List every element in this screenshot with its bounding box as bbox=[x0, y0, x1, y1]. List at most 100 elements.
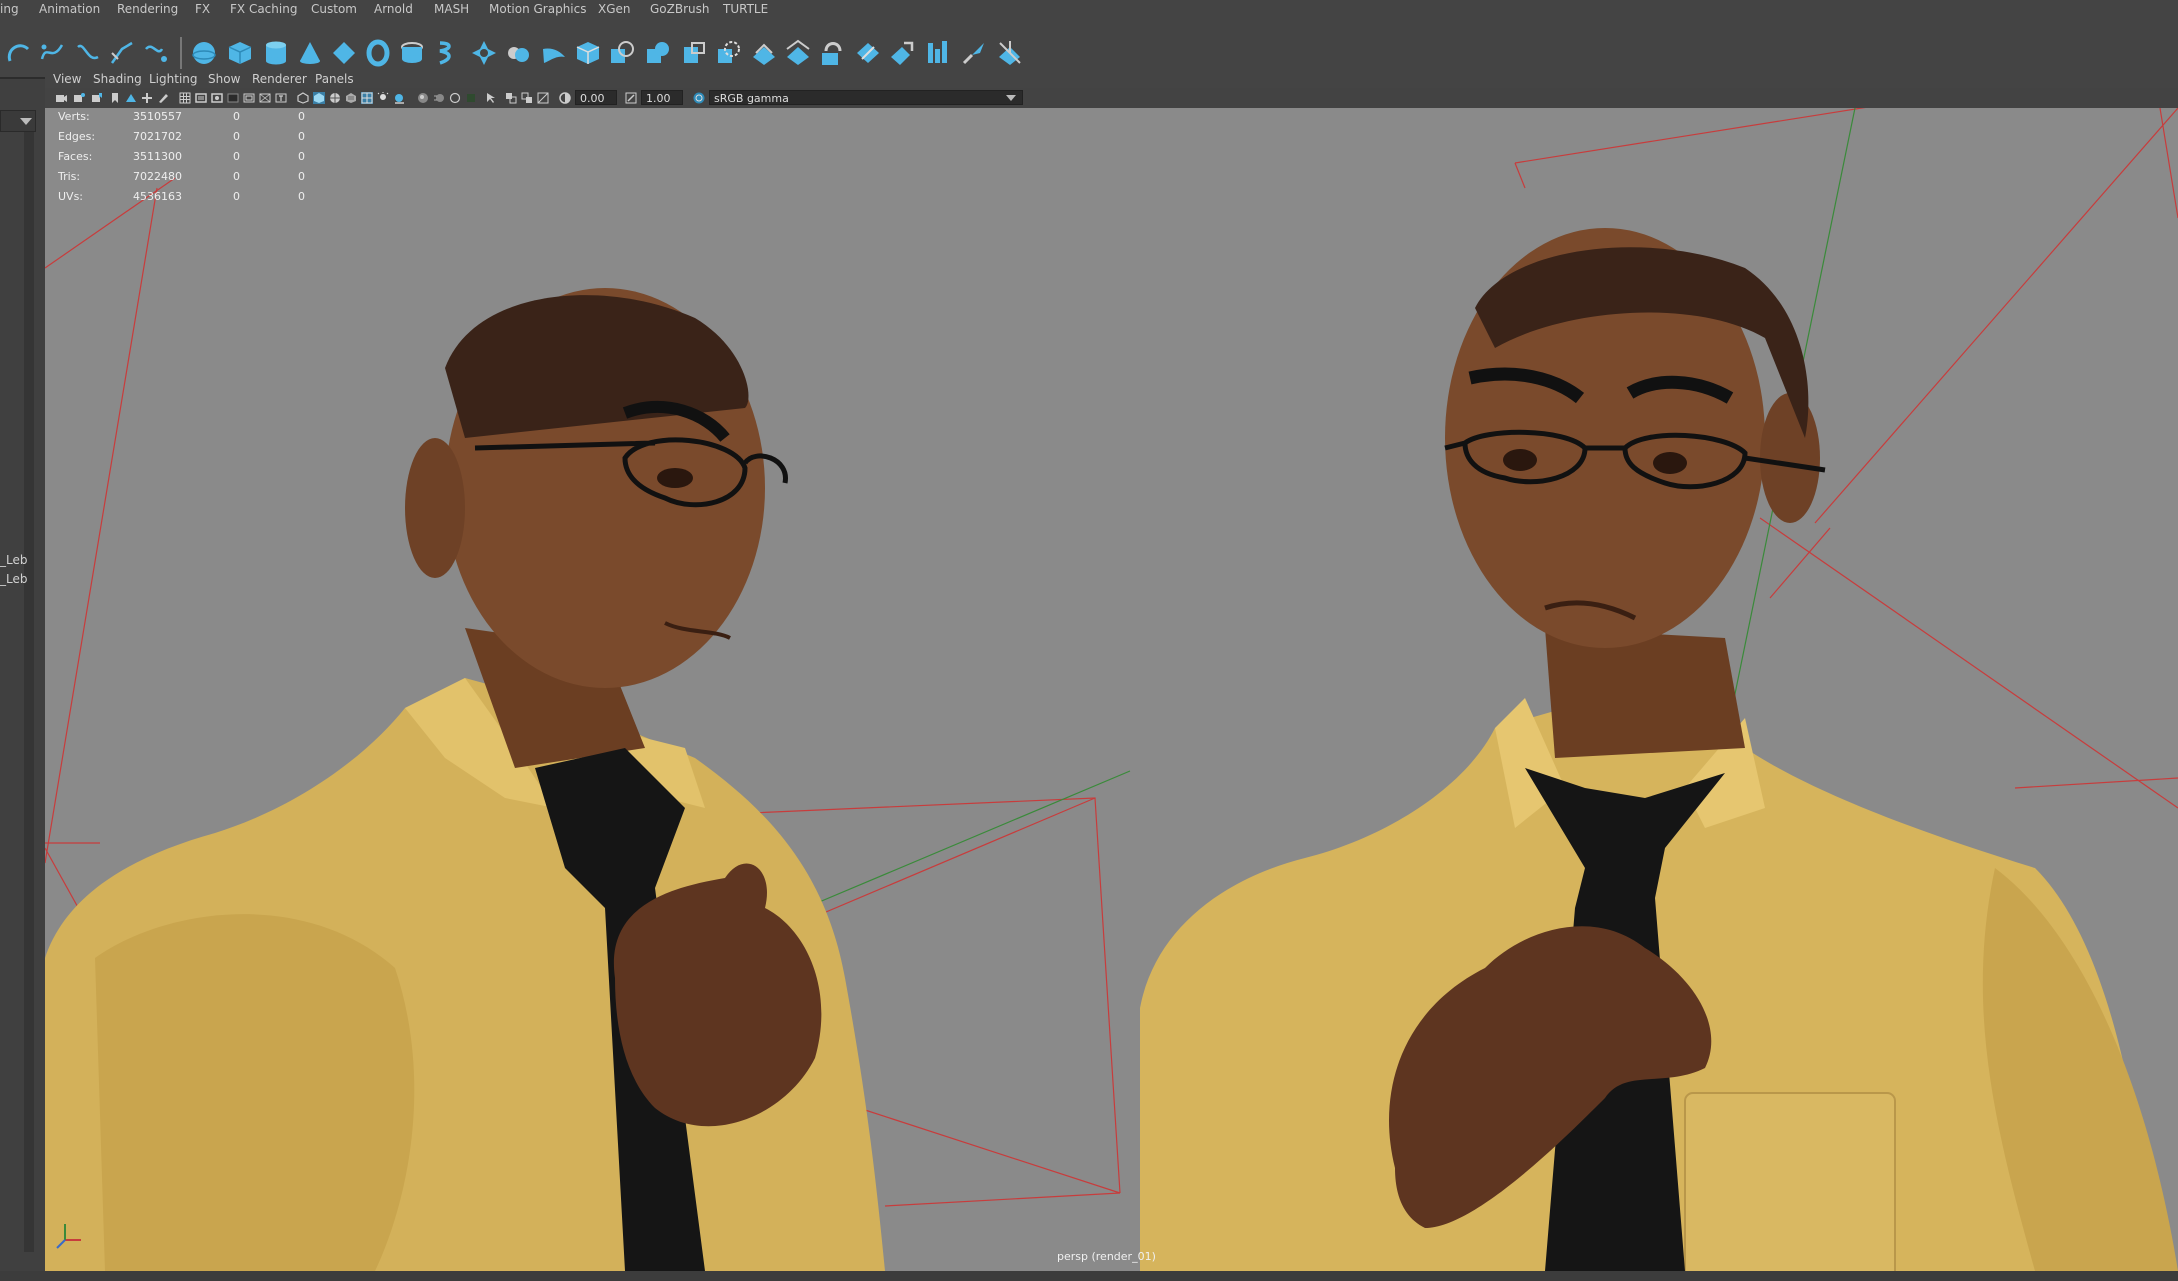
cone-icon[interactable] bbox=[296, 39, 324, 67]
safe-action-icon[interactable] bbox=[259, 92, 271, 104]
safe-title-icon[interactable] bbox=[275, 92, 287, 104]
xray-active-icon[interactable] bbox=[521, 92, 533, 104]
extract-icon[interactable] bbox=[680, 39, 708, 67]
chevron-down-icon bbox=[20, 118, 32, 125]
gamma-field[interactable]: 1.00 bbox=[641, 90, 683, 105]
menu-item-animation[interactable]: Animation bbox=[39, 2, 100, 16]
xray-icon[interactable] bbox=[361, 92, 373, 104]
mirror-icon[interactable] bbox=[784, 39, 812, 67]
bevel-icon[interactable] bbox=[888, 39, 916, 67]
bookmark-icon[interactable] bbox=[109, 92, 121, 104]
helix-icon[interactable] bbox=[432, 39, 460, 67]
pipe-icon[interactable] bbox=[398, 39, 426, 67]
smooth-shade-icon[interactable] bbox=[313, 92, 325, 104]
multicut-icon[interactable] bbox=[960, 39, 988, 67]
fill-hole-icon[interactable] bbox=[924, 39, 952, 67]
character-right bbox=[1140, 228, 2178, 1271]
backface-icon[interactable] bbox=[537, 92, 549, 104]
anti-alias-icon[interactable] bbox=[449, 92, 461, 104]
separate-icon[interactable] bbox=[644, 39, 672, 67]
lasso-icon[interactable] bbox=[4, 39, 32, 67]
menu-item-fx-caching[interactable]: FX Caching bbox=[230, 2, 297, 16]
hud-label: UVs: bbox=[58, 190, 84, 203]
image-plane-icon[interactable] bbox=[125, 92, 137, 104]
plane-icon[interactable] bbox=[540, 39, 568, 67]
use-lights-icon[interactable] bbox=[377, 92, 389, 104]
smooth-icon[interactable] bbox=[714, 39, 742, 67]
menu-item-mash[interactable]: MASH bbox=[434, 2, 469, 16]
gear-icon[interactable] bbox=[470, 39, 498, 67]
shelf-separator bbox=[180, 37, 182, 71]
bezier-curve-icon[interactable] bbox=[142, 39, 170, 67]
grid-icon[interactable] bbox=[179, 92, 191, 104]
camera-attr-icon[interactable] bbox=[73, 92, 85, 104]
menu-item-fx[interactable]: FX bbox=[195, 2, 210, 16]
gamma-icon[interactable] bbox=[625, 92, 637, 104]
left-channel-panel bbox=[0, 79, 46, 1281]
menu-item-motion-graphics[interactable]: Motion Graphics bbox=[489, 2, 587, 16]
textured-icon[interactable] bbox=[345, 92, 357, 104]
film-gate-icon[interactable] bbox=[195, 92, 207, 104]
hud-value: 0 bbox=[233, 110, 240, 123]
box-icon[interactable] bbox=[574, 39, 602, 67]
color-management-icon[interactable] bbox=[693, 92, 705, 104]
grease-pencil-icon[interactable] bbox=[157, 92, 169, 104]
xray-joints-icon[interactable] bbox=[505, 92, 517, 104]
color-space-dropdown[interactable]: sRGB gamma bbox=[709, 90, 1023, 105]
two-d-pan-icon[interactable] bbox=[141, 92, 153, 104]
hud-value: 0 bbox=[298, 150, 305, 163]
outliner-label[interactable]: _Leb bbox=[0, 572, 27, 586]
perspective-viewport[interactable] bbox=[45, 108, 2178, 1271]
depth-of-field-icon[interactable] bbox=[465, 92, 477, 104]
panel-menu-show[interactable]: Show bbox=[208, 72, 240, 86]
hud-label: Edges: bbox=[58, 130, 96, 143]
panel-menu-panels[interactable]: Panels bbox=[315, 72, 354, 86]
panel-menu-lighting[interactable]: Lighting bbox=[149, 72, 198, 86]
field-chart-icon[interactable] bbox=[243, 92, 255, 104]
boolean-icon[interactable] bbox=[750, 39, 778, 67]
extrude-icon[interactable] bbox=[854, 39, 882, 67]
exposure-field[interactable]: 0.00 bbox=[575, 90, 617, 105]
diamond-icon[interactable] bbox=[330, 39, 358, 67]
hud-value: 3511300 bbox=[133, 150, 182, 163]
isolate-select-icon[interactable] bbox=[485, 92, 497, 104]
menu-item-rigging[interactable]: ing bbox=[0, 2, 19, 16]
target-weld-icon[interactable] bbox=[996, 39, 1024, 67]
camera-icon[interactable] bbox=[55, 92, 67, 104]
wireframe-icon[interactable] bbox=[297, 92, 309, 104]
menu-item-rendering[interactable]: Rendering bbox=[117, 2, 178, 16]
panel-menu-shading[interactable]: Shading bbox=[93, 72, 142, 86]
resolution-gate-icon[interactable] bbox=[211, 92, 223, 104]
torus-icon[interactable] bbox=[364, 39, 392, 67]
hud-value: 0 bbox=[298, 110, 305, 123]
left-panel-scrollbar[interactable] bbox=[24, 132, 34, 1252]
exposure-icon[interactable] bbox=[559, 92, 571, 104]
cube-icon[interactable] bbox=[226, 39, 254, 67]
menu-item-gozbrush[interactable]: GoZBrush bbox=[650, 2, 710, 16]
move-curve-icon[interactable] bbox=[38, 39, 66, 67]
soccer-icon[interactable] bbox=[504, 39, 532, 67]
gate-mask-icon[interactable] bbox=[227, 92, 239, 104]
ambient-occlusion-icon[interactable] bbox=[417, 92, 429, 104]
menu-item-turtle[interactable]: TURTLE bbox=[723, 2, 768, 16]
menu-item-arnold[interactable]: Arnold bbox=[374, 2, 413, 16]
hud-label: Faces: bbox=[58, 150, 93, 163]
cv-curve-icon[interactable] bbox=[74, 39, 102, 67]
cylinder-icon[interactable] bbox=[262, 39, 290, 67]
hud-value: 0 bbox=[233, 190, 240, 203]
bookmark-camera-icon[interactable] bbox=[91, 92, 103, 104]
panel-menu-view[interactable]: View bbox=[53, 72, 81, 86]
outliner-label[interactable]: _Leb bbox=[0, 553, 27, 567]
combine-icon[interactable] bbox=[608, 39, 636, 67]
shadows-icon[interactable] bbox=[393, 92, 405, 104]
sphere-icon[interactable] bbox=[190, 39, 218, 67]
menu-item-custom[interactable]: Custom bbox=[311, 2, 357, 16]
panel-menu-renderer[interactable]: Renderer bbox=[252, 72, 307, 86]
wireframe-on-shaded-icon[interactable] bbox=[329, 92, 341, 104]
motion-blur-icon[interactable] bbox=[433, 92, 445, 104]
menu-item-xgen[interactable]: XGen bbox=[598, 2, 631, 16]
bridge-icon[interactable] bbox=[818, 39, 846, 67]
ep-curve-icon[interactable] bbox=[108, 39, 136, 67]
left-panel-dropdown[interactable] bbox=[0, 110, 36, 132]
hud-value: 0 bbox=[233, 170, 240, 183]
